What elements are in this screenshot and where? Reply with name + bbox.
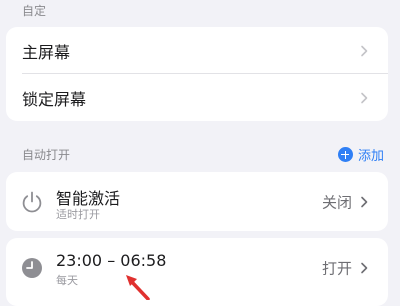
clock-icon (22, 258, 42, 278)
customize-card: 主屏幕 锁定屏幕 (6, 27, 388, 121)
add-button[interactable]: 添加 (337, 145, 384, 164)
annotation-arrow-icon (126, 275, 150, 300)
plus-circle-icon (337, 147, 353, 162)
smart-activation-status: 关闭 (321, 193, 352, 211)
schedule-status: 打开 (321, 259, 352, 278)
section-header-customize: 自定 (22, 4, 47, 18)
schedule-repeat: 每天 (56, 274, 78, 287)
lock-screen-label: 锁定屏幕 (22, 89, 87, 109)
chevron-right-icon (361, 45, 368, 56)
home-screen-label: 主屏幕 (22, 42, 71, 62)
schedule-card[interactable]: 23:00 – 06:58 每天 打开 (6, 238, 388, 306)
add-button-label: 添加 (357, 149, 384, 164)
section-header-auto-open: 自动打开 (22, 148, 71, 162)
home-screen-row[interactable]: 主屏幕 (6, 27, 388, 74)
smart-activation-card[interactable]: 智能激活 适时打开 关闭 (6, 172, 388, 231)
power-icon (22, 191, 42, 212)
smart-activation-subtitle: 适时打开 (56, 208, 100, 221)
chevron-right-icon (361, 196, 368, 207)
chevron-right-icon (361, 262, 368, 274)
chevron-right-icon (361, 92, 368, 103)
schedule-time-range: 23:00 – 06:58 (56, 251, 167, 270)
lock-screen-row[interactable]: 锁定屏幕 (6, 74, 388, 121)
